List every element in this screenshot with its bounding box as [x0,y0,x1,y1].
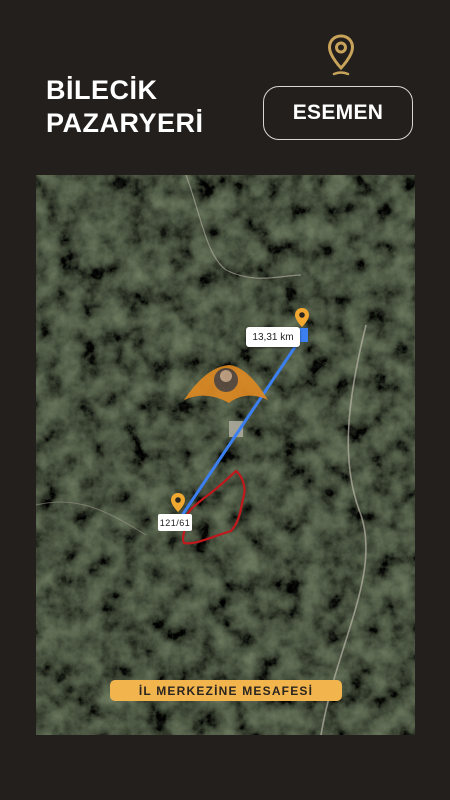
distance-banner: İL MERKEZİNE MESAFESİ [110,680,342,701]
location-button[interactable]: ESEMEN [263,86,413,140]
title-line-1: BİLECİK [46,75,158,105]
satellite-map[interactable] [36,175,415,735]
parcel-pin-icon [171,493,185,512]
destination-pin-icon [295,308,309,327]
map-pin-icon [327,34,355,76]
watermark-logo [184,365,268,403]
page-title: BİLECİK PAZARYERİ [46,74,204,140]
parcel-label: 121/61 [158,514,192,531]
route-line [179,334,305,518]
title-line-2: PAZARYERİ [46,108,204,138]
map-overlay [171,308,309,545]
distance-label: 13,31 km [246,327,300,347]
parcel-boundary [181,469,246,545]
